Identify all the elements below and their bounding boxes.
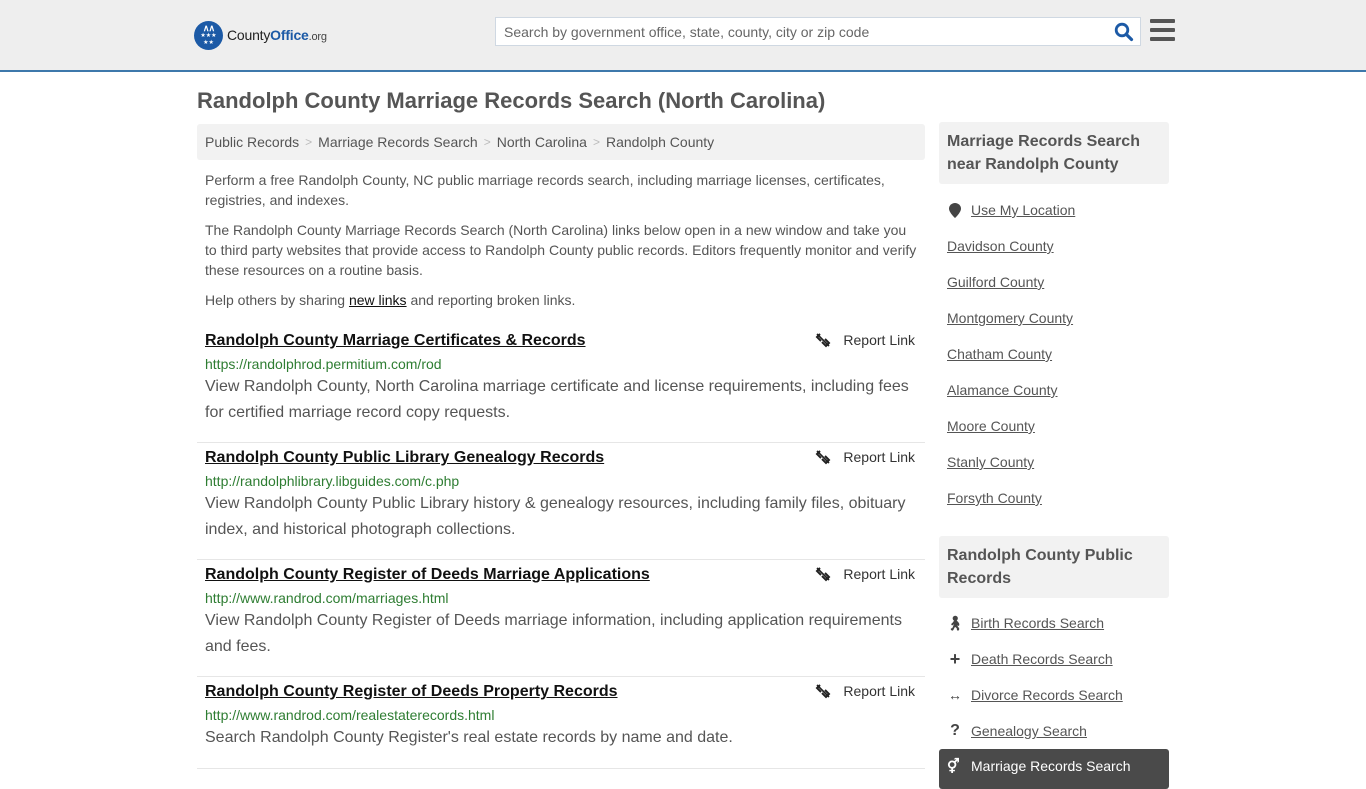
breadcrumb-separator-icon: > [305,135,313,149]
nearby-county-link[interactable]: Chatham County [947,346,1052,362]
intro-text: Perform a free Randolph County, NC publi… [205,170,921,320]
nearby-county-item: Forsyth County [947,480,1167,516]
public-record-item: + Death Records Search [947,641,1167,677]
results-list: Randolph County Marriage Certificates & … [197,326,925,769]
site-logo[interactable]: ∧∧ ★★★ ★★ CountyOffice.org [194,20,327,50]
report-link-label: Report Link [843,332,915,348]
plus-icon: + [949,648,961,669]
map-pin-icon [947,202,963,218]
nearby-county-item: Chatham County [947,336,1167,372]
site-header: ∧∧ ★★★ ★★ CountyOffice.org [0,0,1366,72]
result-description: Search Randolph County Register's real e… [205,729,733,746]
nearby-county-link[interactable]: Forsyth County [947,490,1042,506]
question-icon: ? [950,722,960,739]
nearby-county-link[interactable]: Guilford County [947,274,1044,290]
broken-link-icon [815,684,831,699]
public-records-list: 🚶︎ Birth Records Search + Death Records … [946,605,1167,749]
nearby-county-item: Guilford County [947,264,1167,300]
page-title: Randolph County Marriage Records Search … [197,88,826,113]
divorce-records-link[interactable]: Divorce Records Search [971,687,1123,703]
intro-paragraph: Help others by sharing new links and rep… [205,290,921,310]
logo-wordmark: CountyOffice.org [227,27,327,43]
nearby-county-link[interactable]: Moore County [947,418,1035,434]
marriage-icon: ⚥ [947,758,960,774]
nearby-county-item: Moore County [947,408,1167,444]
nearby-county-item: Montgomery County [947,300,1167,336]
nearby-county-link[interactable]: Davidson County [947,238,1054,254]
broken-link-icon [815,450,831,465]
result-url: http://www.randrod.com/realestaterecords… [205,707,495,723]
use-location-item: Use My Location [947,192,1167,228]
result-item: Randolph County Marriage Certificates & … [197,326,925,443]
result-title-link[interactable]: Randolph County Marriage Certificates & … [205,330,586,352]
public-record-item: ↔ Divorce Records Search [947,677,1167,713]
nearby-county-item: Alamance County [947,372,1167,408]
breadcrumb-item[interactable]: North Carolina [497,134,587,150]
result-url: https://randolphrod.permitium.com/rod [205,356,442,372]
result-url: http://randolphlibrary.libguides.com/c.p… [205,473,460,489]
report-link-button[interactable]: Report Link [815,566,915,582]
search-icon [1114,22,1134,42]
active-item-label: Marriage Records Search [971,758,1131,774]
menu-bar [1150,37,1175,41]
breadcrumb: Public Records > Marriage Records Search… [197,124,925,160]
breadcrumb-item[interactable]: Marriage Records Search [318,134,478,150]
report-link-label: Report Link [843,449,915,465]
result-title-link[interactable]: Randolph County Register of Deeds Marria… [205,564,650,586]
broken-link-icon [815,333,831,348]
public-records-section-heading: Randolph County Public Records [939,536,1169,598]
search-box [495,17,1141,46]
death-records-link[interactable]: Death Records Search [971,651,1113,667]
breadcrumb-separator-icon: > [592,135,600,149]
hamburger-menu-button[interactable] [1150,19,1175,41]
report-link-label: Report Link [843,566,915,582]
search-input[interactable] [496,18,1106,45]
intro-paragraph: Perform a free Randolph County, NC publi… [205,172,885,208]
arrows-horizontal-icon: ↔ [948,687,962,703]
active-marriage-records-item[interactable]: ⚥ Marriage Records Search [939,749,1169,789]
breadcrumb-item[interactable]: Randolph County [606,134,714,150]
intro-text-fragment: and reporting broken links. [406,292,576,308]
nearby-county-item: Stanly County [947,444,1167,480]
result-description: View Randolph County Public Library hist… [205,495,906,538]
nearby-county-link[interactable]: Stanly County [947,454,1034,470]
new-links-link[interactable]: new links [349,292,407,308]
report-link-button[interactable]: Report Link [815,449,915,465]
nearby-county-link[interactable]: Montgomery County [947,310,1073,326]
intro-text-fragment: Help others by sharing [205,292,349,308]
birth-records-link[interactable]: Birth Records Search [971,615,1104,631]
use-my-location-link[interactable]: Use My Location [971,202,1075,218]
breadcrumb-separator-icon: > [483,135,491,149]
intro-paragraph: The Randolph County Marriage Records Sea… [205,222,917,278]
report-link-button[interactable]: Report Link [815,332,915,348]
result-title-link[interactable]: Randolph County Register of Deeds Proper… [205,681,618,703]
report-link-button[interactable]: Report Link [815,683,915,699]
broken-link-icon [815,567,831,582]
search-button[interactable] [1114,22,1134,42]
public-record-item: ? Genealogy Search [947,713,1167,749]
genealogy-search-link[interactable]: Genealogy Search [971,723,1087,739]
result-item: Randolph County Register of Deeds Proper… [197,677,925,769]
eagle-logo-icon: ∧∧ ★★★ ★★ [194,20,223,50]
menu-bar [1150,28,1175,32]
nearby-county-item: Davidson County [947,228,1167,264]
result-description: View Randolph County, North Carolina mar… [205,378,909,421]
report-link-label: Report Link [843,683,915,699]
public-record-item: 🚶︎ Birth Records Search [946,605,1167,641]
nearby-section-heading: Marriage Records Search near Randolph Co… [939,122,1169,184]
result-url: http://www.randrod.com/marriages.html [205,590,449,606]
breadcrumb-item[interactable]: Public Records [205,134,299,150]
menu-bar [1150,19,1175,23]
nearby-county-link[interactable]: Alamance County [947,382,1058,398]
result-item: Randolph County Public Library Genealogy… [197,443,925,560]
result-title-link[interactable]: Randolph County Public Library Genealogy… [205,447,604,469]
result-item: Randolph County Register of Deeds Marria… [197,560,925,677]
result-description: View Randolph County Register of Deeds m… [205,612,902,655]
nearby-counties-list: Use My Location Davidson County Guilford… [947,192,1167,516]
child-icon: 🚶︎ [946,614,964,631]
